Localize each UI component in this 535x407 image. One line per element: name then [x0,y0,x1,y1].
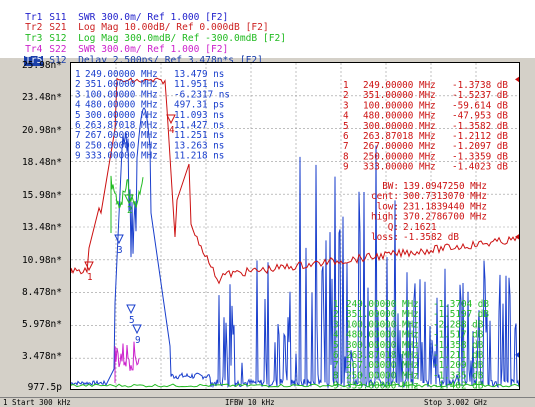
marker-triangle [84,261,94,272]
y-label: 3.478n* [21,351,62,362]
marker-row-number: 9 [75,151,81,162]
y-label: 8.478n* [21,287,62,298]
marker-triangle [126,304,136,315]
trace-line-4[interactable]: Tr4 S22 SWR 300.0m/ Ref 1.000 [F2] [1,35,228,55]
bw-stat-key: loss: [371,232,399,243]
reference-arrow [515,352,519,358]
trace-line-5[interactable]: Tr5 S12 Delay 2.500ps/ Ref 3.478n*s [F2] [1,46,263,66]
marker-label: 3 [117,245,123,256]
marker-row-value: -1.402 dB [433,381,484,390]
marker-triangle [132,324,142,335]
marker-row-freq: 333.00000 MHz [85,151,158,162]
y-label: 5.978n* [21,319,62,330]
trace-legend: Tr1 S11 SWR 300.0m/ Ref 1.000 [F2] Tr2 S… [0,0,535,66]
y-label: 25.98n* [21,60,62,71]
trace-line-1[interactable]: Tr1 S11 SWR 300.0m/ Ref 1.000 [F2] [1,3,228,23]
marker-row-number: 9 [333,381,339,390]
trace-swr-s22 [114,341,140,383]
marker-row-value: 11.218 ns [174,151,224,162]
marker-label: 5 [129,315,135,326]
y-label: 18.48n* [21,157,62,168]
y-label: 23.48n* [21,92,62,103]
marker-label: 2 [127,205,133,216]
plot-area[interactable]: 1 4 2 3 5 9 1 249.00000 MHz 13.479 ns 2 351.00000 … [70,62,520,390]
trace-canvas[interactable]: 1423591 249.00000 MHz 13.479 ns2 351.00000 … [71,63,520,390]
y-label: 10.98n* [21,255,62,266]
y-label: 977.5p [27,382,62,393]
marker-row-value: -1.4023 dB [452,162,508,173]
marker-row-freq: 333.00000 MHz [363,162,436,173]
bw-stat-value: -1.3582 dB [403,232,459,243]
marker-row-freq: 333.00000 MHz [346,381,419,390]
marker-row-number: 9 [343,162,349,173]
trace-line-2[interactable]: Tr2 S21 Log Mag 10.00dB/ Ref 0.000dB [F2… [1,13,269,33]
reference-arrow [515,76,519,83]
trace-line-3[interactable]: Tr3 S12 Log Mag 300.0mdB/ Ref -300.0mdB … [1,24,286,44]
y-label: 20.98n* [21,125,62,136]
y-label: 15.98n* [21,190,62,201]
marker-label: 1 [87,272,93,283]
y-label: 13.48n* [21,222,62,233]
marker-label: 9 [135,335,141,346]
